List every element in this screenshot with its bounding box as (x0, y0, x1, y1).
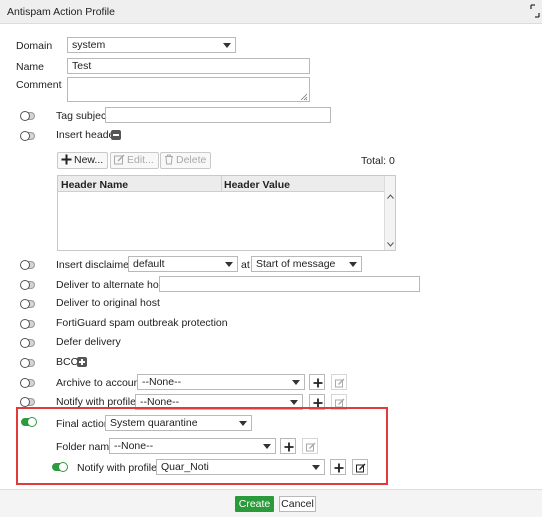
domain-label: Domain (16, 40, 53, 52)
edit-header-button[interactable]: Edit... (110, 152, 159, 169)
cancel-button[interactable]: Cancel (279, 496, 316, 512)
chevron-down-icon (223, 43, 231, 48)
dialog-titlebar: Antispam Action Profile (0, 0, 542, 24)
folder-name-label: Folder name (56, 441, 115, 453)
edit-folder-button[interactable] (302, 438, 318, 454)
deliver-alternate-label: Deliver to alternate host (56, 279, 167, 291)
name-label: Name (16, 61, 45, 73)
edit-icon (306, 442, 316, 452)
final-notify-toggle[interactable] (52, 462, 68, 472)
insert-header-toggle[interactable] (20, 131, 35, 141)
final-action-toggle[interactable] (21, 417, 37, 427)
archive-toggle[interactable] (20, 378, 35, 388)
chevron-down-icon (225, 262, 233, 267)
tag-subject-label: Tag subject (56, 110, 110, 122)
edit-archive-button[interactable] (331, 374, 347, 390)
header-table: Header Name Header Value (57, 175, 396, 251)
chevron-down-icon (263, 444, 271, 449)
plus-icon (61, 154, 72, 165)
bcc-toggle[interactable] (20, 358, 35, 368)
add-final-notify-button[interactable] (330, 459, 346, 475)
create-button[interactable]: Create (235, 496, 274, 512)
folder-name-select[interactable]: --None-- (109, 438, 276, 454)
tag-subject-toggle[interactable] (20, 111, 35, 121)
trash-icon (165, 154, 173, 165)
collapse-icon[interactable] (111, 130, 121, 140)
expand-icon[interactable] (530, 4, 540, 18)
final-notify-label: Notify with profile (77, 462, 157, 474)
delete-header-button[interactable]: Delete (160, 152, 212, 169)
final-notify-select[interactable]: Quar_Noti (156, 459, 325, 475)
table-scrollbar[interactable] (384, 176, 395, 250)
chevron-down-icon (349, 262, 357, 267)
insert-disclaimer-label: Insert disclaimer (56, 259, 133, 271)
tag-subject-input[interactable] (105, 107, 331, 123)
archive-label: Archive to account (56, 377, 143, 389)
deliver-alternate-toggle[interactable] (20, 280, 35, 290)
chevron-down-icon (290, 400, 298, 405)
at-label: at (241, 259, 250, 271)
column-header-value[interactable]: Header Value (224, 179, 290, 191)
plus-icon (334, 463, 344, 473)
add-folder-button[interactable] (280, 438, 296, 454)
scroll-down-icon[interactable] (387, 242, 394, 247)
name-value: Test (72, 60, 92, 72)
insert-disclaimer-toggle[interactable] (20, 260, 35, 270)
add-archive-button[interactable] (309, 374, 325, 390)
deliver-original-toggle[interactable] (20, 299, 35, 309)
disclaimer-select[interactable]: default (128, 256, 238, 272)
name-input[interactable]: Test (67, 58, 310, 74)
resize-grip-icon[interactable] (300, 92, 308, 101)
comment-label: Comment (16, 79, 62, 91)
scroll-up-icon[interactable] (387, 194, 394, 199)
column-header-name[interactable]: Header Name (61, 179, 128, 191)
defer-delivery-label: Defer delivery (56, 336, 121, 348)
chevron-down-icon (292, 380, 300, 385)
fortiguard-toggle[interactable] (20, 319, 35, 329)
fortiguard-label: FortiGuard spam outbreak protection (56, 317, 228, 329)
final-action-label: Final action (56, 418, 110, 430)
archive-select[interactable]: --None-- (137, 374, 305, 390)
notify-toggle[interactable] (20, 397, 35, 407)
total-count: Total: 0 (361, 155, 395, 167)
chevron-down-icon (239, 421, 247, 426)
bcc-label: BCC (56, 356, 79, 368)
final-action-select[interactable]: System quarantine (105, 415, 252, 431)
comment-textarea[interactable] (67, 77, 310, 102)
insert-header-label: Insert header (56, 129, 118, 141)
edit-final-notify-button[interactable] (352, 459, 368, 475)
deliver-original-label: Deliver to original host (56, 297, 160, 309)
edit-icon (356, 463, 366, 473)
disclaimer-position-select[interactable]: Start of message (251, 256, 362, 272)
new-header-button[interactable]: New... (57, 152, 109, 169)
dialog-title: Antispam Action Profile (7, 6, 115, 18)
defer-delivery-toggle[interactable] (20, 338, 35, 348)
expand-bcc-icon[interactable] (77, 357, 87, 367)
edit-icon (114, 154, 125, 165)
domain-select[interactable]: system (67, 37, 236, 53)
chevron-down-icon (312, 465, 320, 470)
table-header: Header Name Header Value (58, 176, 385, 192)
domain-value: system (72, 39, 106, 51)
plus-icon (284, 442, 294, 452)
edit-icon (335, 378, 345, 388)
plus-icon (313, 378, 323, 388)
alternate-host-input[interactable] (159, 276, 420, 292)
